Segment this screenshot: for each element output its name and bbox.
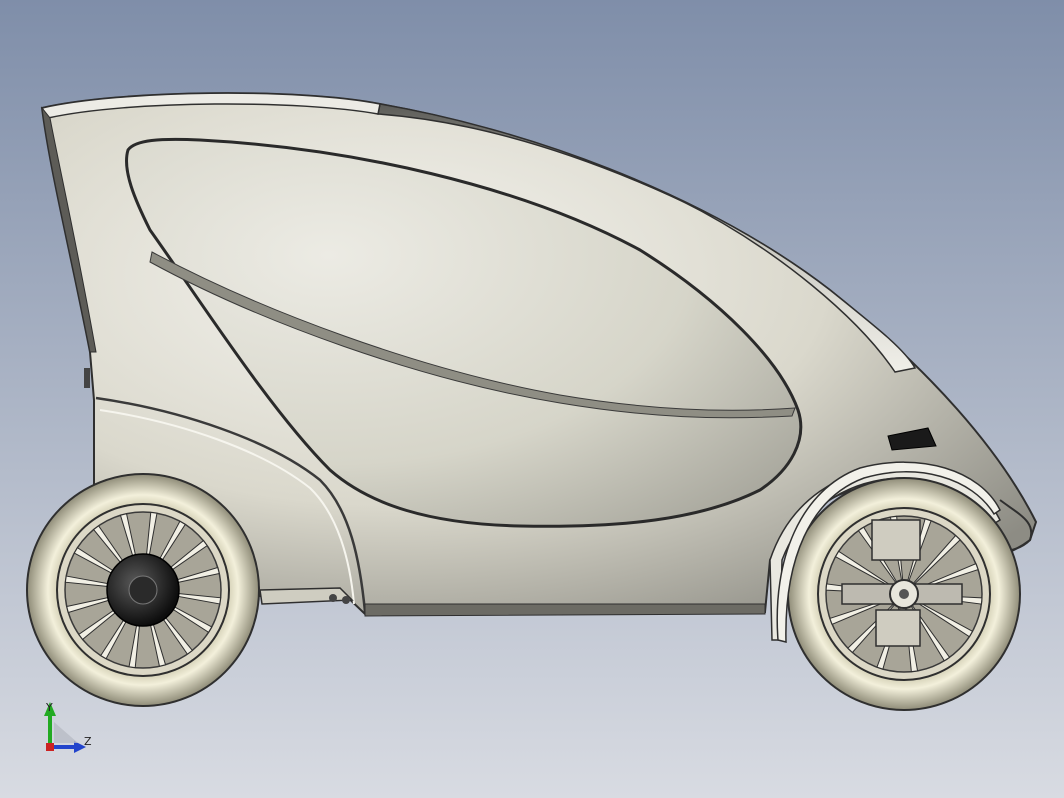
arm-bolt <box>342 596 350 604</box>
arm-bolt <box>329 594 337 602</box>
rear-hub-cap <box>128 575 158 605</box>
triad-x-axis <box>46 743 54 751</box>
rear-wheel[interactable] <box>26 473 260 707</box>
front-wheel[interactable] <box>787 477 1021 711</box>
cad-graphics-area[interactable]: Y Z <box>0 0 1064 798</box>
rocker-sill <box>364 603 766 617</box>
triad-y-label: Y <box>45 701 53 714</box>
front-suspension-lower <box>875 609 921 647</box>
rear-lamp <box>84 368 90 388</box>
front-hub-center <box>899 589 909 599</box>
front-suspension-upper <box>871 519 921 561</box>
model-view[interactable]: Y Z <box>0 0 1064 798</box>
triad-z-label: Z <box>84 735 92 748</box>
